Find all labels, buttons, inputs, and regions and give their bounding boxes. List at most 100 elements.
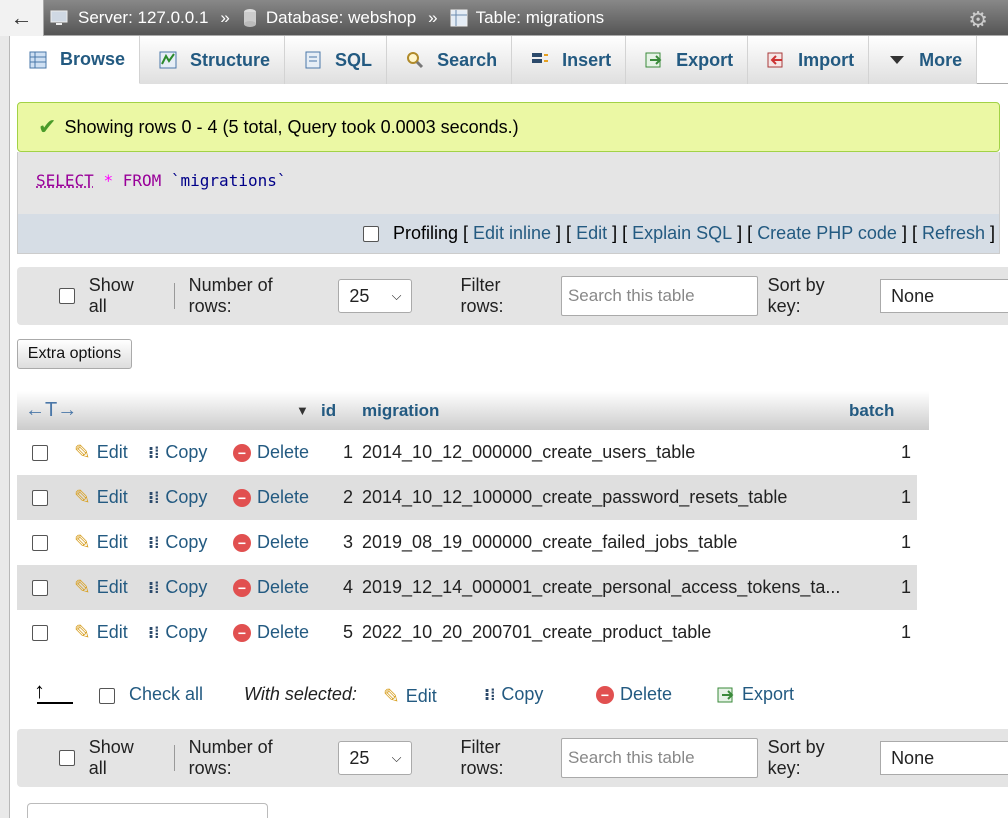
sql-from-keyword: FROM [123,171,162,190]
cell-id[interactable]: 2 [337,487,353,508]
column-header-migration[interactable]: migration [362,401,439,421]
edit-inline-link[interactable]: Edit inline [473,223,551,244]
cell-migration[interactable]: 2019_12_14_000001_create_personal_access… [362,577,840,598]
sort-by-key-select[interactable]: None [880,741,1008,775]
row-edit-button[interactable]: ✎ Edit [74,530,128,555]
tab-search[interactable]: Search [387,36,512,84]
row-delete-label: Delete [257,622,309,643]
row-copy-button[interactable]: ⁝⁞ Copy [148,487,207,508]
column-header-batch[interactable]: batch [849,401,894,421]
row-checkbox[interactable] [32,580,48,596]
cell-migration[interactable]: 2022_10_20_200701_create_product_table [362,622,711,643]
row-delete-button[interactable]: − Delete [233,532,309,553]
sql-select-keyword[interactable]: SELECT [36,171,94,190]
cell-id[interactable]: 3 [337,532,353,553]
pencil-icon: ✎ [74,620,91,645]
number-of-rows-select[interactable]: 25 ⌵ [338,741,412,775]
tab-browse[interactable]: Browse [10,36,140,84]
row-edit-button[interactable]: ✎ Edit [74,485,128,510]
tab-label: Structure [190,50,270,71]
server-icon [50,9,70,27]
edit-link[interactable]: Edit [576,223,607,244]
row-copy-button[interactable]: ⁝⁞ Copy [148,442,207,463]
tab-more[interactable]: More [869,36,977,84]
sort-triangle-icon[interactable]: ▼ [296,403,309,418]
row-delete-button[interactable]: − Delete [233,622,309,643]
results-table: ←T→ ▼ id migration batch ✎ Edit ⁝⁞ Copy − D… [17,391,929,655]
row-delete-button[interactable]: − Delete [233,487,309,508]
breadcrumb-table[interactable]: Table: migrations [450,8,605,28]
delete-icon: − [233,579,251,597]
bulk-export-button[interactable]: Export [716,684,794,705]
row-edit-button[interactable]: ✎ Edit [74,440,128,465]
pencil-icon: ✎ [74,530,91,555]
cell-batch[interactable]: 1 [901,442,911,463]
row-delete-button[interactable]: − Delete [233,442,309,463]
cell-migration[interactable]: 2014_10_12_100000_create_password_resets… [362,487,787,508]
cell-migration[interactable]: 2014_10_12_000000_create_users_table [362,442,695,463]
refresh-link[interactable]: Refresh [922,223,985,244]
bulk-edit-button[interactable]: ✎ Edit [383,684,437,709]
cell-batch[interactable]: 1 [901,577,911,598]
show-all-checkbox[interactable] [59,288,75,304]
bulk-copy-button[interactable]: ⁝⁞ Copy [484,684,543,705]
row-checkbox[interactable] [32,490,48,506]
tab-insert[interactable]: Insert [512,36,626,84]
copy-icon: ⁝⁞ [148,623,159,643]
table-icon [450,9,468,27]
search-icon [405,50,425,70]
delete-icon: − [233,534,251,552]
cell-batch[interactable]: 1 [901,622,911,643]
cell-id[interactable]: 5 [337,622,353,643]
cell-batch[interactable]: 1 [901,532,911,553]
row-copy-button[interactable]: ⁝⁞ Copy [148,577,207,598]
explain-sql-link[interactable]: Explain SQL [632,223,732,244]
sort-by-key-label: Sort by key: [768,275,861,317]
row-edit-button[interactable]: ✎ Edit [74,575,128,600]
column-arrows-icon[interactable]: ←T→ [25,399,77,422]
create-php-link[interactable]: Create PHP code [757,223,897,244]
back-arrow-icon[interactable]: ← [0,0,44,36]
structure-icon [158,50,178,70]
copy-icon: ⁝⁞ [148,488,159,508]
row-delete-button[interactable]: − Delete [233,577,309,598]
check-all-link[interactable]: Check all [129,684,203,705]
cell-id[interactable]: 1 [337,442,353,463]
pencil-icon: ✎ [383,684,400,709]
cell-migration[interactable]: 2019_08_19_000000_create_failed_jobs_tab… [362,532,737,553]
bulk-actions-bar: ↑ Check all With selected: ✎ Edit ⁝⁞ Copy … [17,672,1008,716]
row-checkbox[interactable] [32,535,48,551]
profiling-label: Profiling [393,223,458,244]
check-all-checkbox[interactable] [99,688,115,704]
column-header-id[interactable]: id [321,401,336,421]
sort-by-key-select[interactable]: None [880,279,1008,313]
extra-options-button[interactable]: Extra options [17,339,132,369]
chevron-down-icon: ⌵ [392,750,402,766]
profiling-checkbox[interactable] [363,226,379,242]
cell-id[interactable]: 4 [337,577,353,598]
tab-structure[interactable]: Structure [140,36,285,84]
gear-icon[interactable]: ⚙ [968,7,988,33]
show-all-checkbox[interactable] [59,750,75,766]
filter-rows-input[interactable]: Search this table [561,276,758,316]
delete-icon: − [596,686,614,704]
row-checkbox[interactable] [32,445,48,461]
cell-batch[interactable]: 1 [901,487,911,508]
row-edit-button[interactable]: ✎ Edit [74,620,128,645]
number-of-rows-select[interactable]: 25 ⌵ [338,279,412,313]
tab-import[interactable]: Import [748,36,869,84]
breadcrumb-database[interactable]: Database: webshop [242,8,416,28]
row-delete-label: Delete [257,577,309,598]
chevron-down-icon: ⌵ [392,288,402,304]
breadcrumb-server[interactable]: Server: 127.0.0.1 [50,8,208,28]
row-copy-button[interactable]: ⁝⁞ Copy [148,622,207,643]
bulk-delete-button[interactable]: − Delete [596,684,672,705]
show-all-label: Show all [89,275,156,317]
row-edit-label: Edit [97,487,128,508]
filter-rows-input[interactable]: Search this table [561,738,758,778]
row-delete-label: Delete [257,532,309,553]
tab-sql[interactable]: SQL [285,36,387,84]
row-checkbox[interactable] [32,625,48,641]
row-copy-button[interactable]: ⁝⁞ Copy [148,532,207,553]
tab-export[interactable]: Export [626,36,748,84]
